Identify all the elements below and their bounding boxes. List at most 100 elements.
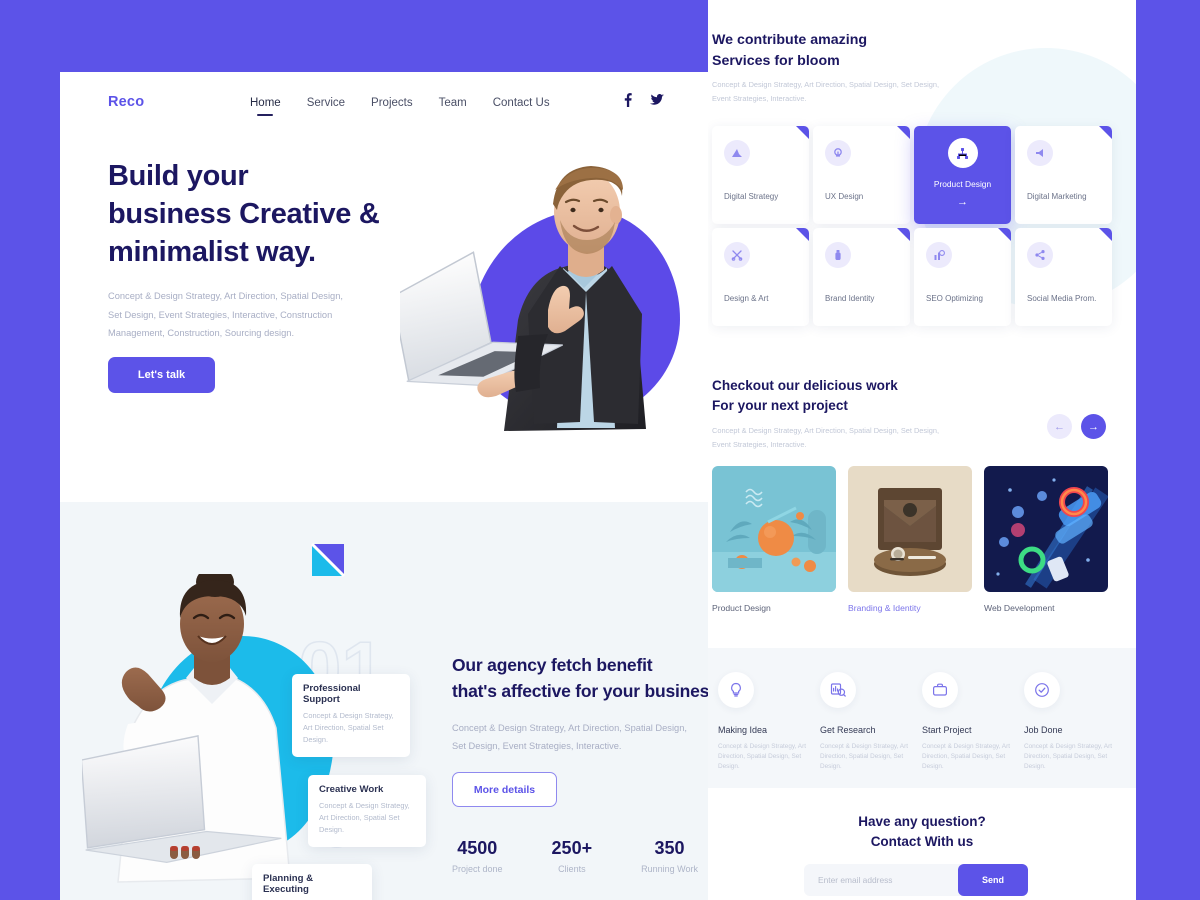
work-items-grid: Product Design Branding & Identity Web D…	[712, 466, 1108, 613]
stat-value: 350	[654, 838, 685, 858]
work-subtitle: Concept & Design Strategy, Art Direction…	[712, 426, 940, 449]
contact-title-line-1: Have any question?	[858, 814, 986, 829]
contact-section: Have any question? Contact With us Send	[708, 788, 1136, 900]
benefit-card-title: Planning & Executing	[263, 873, 314, 895]
stat-clients: 250+ Clients	[552, 838, 593, 874]
process-step-start-project: Start Project Concept & Design Strategy,…	[922, 672, 1014, 772]
service-card-digital-marketing[interactable]: Digital Marketing	[1015, 126, 1112, 224]
benefit-title-line-1: Our agency fetch benefit	[452, 655, 653, 675]
process-step-get-research: Get Research Concept & Design Strategy, …	[820, 672, 912, 772]
chart-icon	[724, 140, 750, 166]
stat-label: Project done	[452, 864, 503, 874]
work-title: Checkout our delicious work For your nex…	[712, 376, 962, 416]
corner-accent	[796, 228, 809, 241]
stat-label: Clients	[558, 864, 586, 874]
process-step-title: Job Done	[1024, 725, 1063, 735]
lightbulb-icon	[718, 672, 754, 708]
service-card-ux-design[interactable]: UX Design	[813, 126, 910, 224]
scissors-icon	[724, 242, 750, 268]
process-step-desc: Concept & Design Strategy, Art Direction…	[718, 743, 806, 770]
benefit-card-professional-support[interactable]: Professional Support Concept & Design St…	[292, 674, 410, 757]
work-item-label: Product Design	[712, 603, 771, 613]
more-details-button[interactable]: More details	[452, 772, 557, 807]
process-steps: Making Idea Concept & Design Strategy, A…	[718, 672, 1116, 772]
check-circle-icon	[1024, 672, 1060, 708]
work-thumbnail	[712, 466, 836, 592]
stat-running-work: 350 Running Work	[641, 838, 698, 874]
benefit-card-creative-work[interactable]: Creative Work Concept & Design Strategy,…	[308, 775, 426, 847]
service-card-label: UX Design	[825, 192, 864, 201]
email-input[interactable]	[804, 875, 958, 885]
twitter-icon[interactable]	[650, 94, 664, 106]
stats-row: 4500 Project done 250+ Clients 350 Runni…	[452, 838, 698, 874]
lets-talk-button[interactable]: Let's talk	[108, 357, 215, 393]
nav-item-home[interactable]: Home	[250, 97, 281, 113]
service-card-brand-identity[interactable]: Brand Identity	[813, 228, 910, 326]
service-card-arrow[interactable]: →	[914, 196, 1011, 208]
page-canvas: Reco Home Service Projects Team Contact …	[0, 0, 1200, 900]
work-item-web-development[interactable]: Web Development	[984, 466, 1108, 613]
hero-subtitle: Concept & Design Strategy, Art Direction…	[108, 291, 343, 338]
nav-item-team[interactable]: Team	[439, 97, 467, 113]
benefit-card-title: Professional Support	[303, 683, 361, 705]
main-navigation: Home Service Projects Team Contact Us	[250, 97, 550, 113]
carousel-prev-button[interactable]: ←	[1047, 414, 1072, 439]
benefit-card-desc: Concept & Design Strategy, Art Direction…	[319, 801, 410, 834]
process-step-title: Get Research	[820, 725, 876, 735]
service-card-design-art[interactable]: Design & Art	[712, 228, 809, 326]
service-card-seo-optimizing[interactable]: SEO Optimizing	[914, 228, 1011, 326]
services-grid: Digital Strategy UX Design Product Desig…	[712, 126, 1112, 326]
work-item-branding-identity[interactable]: Branding & Identity	[848, 466, 972, 613]
right-page-panel: We contribute amazing Services for bloom…	[708, 0, 1136, 900]
carousel-next-button[interactable]: →	[1081, 414, 1106, 439]
bottle-icon	[825, 242, 851, 268]
service-card-label: Product Design	[933, 179, 992, 189]
research-icon	[820, 672, 856, 708]
work-item-label: Branding & Identity	[848, 603, 921, 613]
brand-logo[interactable]: Reco	[108, 94, 144, 110]
work-title-line-2: For your next project	[712, 398, 848, 413]
work-item-label: Web Development	[984, 603, 1055, 613]
seo-chart-icon	[926, 242, 952, 268]
service-card-label: Digital Marketing	[1027, 192, 1087, 201]
process-step-making-idea: Making Idea Concept & Design Strategy, A…	[718, 672, 810, 772]
benefit-card-planning-executing[interactable]: Planning & Executing Concept & Design St…	[252, 864, 372, 900]
sitemap-icon	[947, 138, 978, 168]
service-card-label: SEO Optimizing	[926, 294, 983, 303]
nav-item-contact-us[interactable]: Contact Us	[493, 97, 550, 113]
service-card-label: Design & Art	[724, 294, 769, 303]
corner-accent	[897, 126, 910, 139]
work-title-line-1: Checkout our delicious work	[712, 378, 898, 393]
hero-illustration	[350, 132, 708, 452]
megaphone-icon	[1027, 140, 1053, 166]
social-links	[624, 93, 664, 107]
work-item-product-design[interactable]: Product Design	[712, 466, 836, 613]
service-card-social-media-prom[interactable]: Social Media Prom.	[1015, 228, 1112, 326]
service-card-label: Social Media Prom.	[1027, 294, 1097, 303]
benefit-card-title: Creative Work	[319, 784, 384, 795]
work-thumbnail	[984, 466, 1108, 592]
corner-accent	[1099, 126, 1112, 139]
corner-accent	[1099, 228, 1112, 241]
benefit-subtitle: Concept & Design Strategy, Art Direction…	[452, 723, 687, 751]
stat-value: 4500	[457, 838, 498, 858]
process-step-title: Start Project	[922, 725, 972, 735]
facebook-icon[interactable]	[624, 93, 632, 107]
process-section: Making Idea Concept & Design Strategy, A…	[708, 648, 1136, 788]
corner-accent	[897, 228, 910, 241]
contact-title: Have any question? Contact With us	[708, 812, 1136, 852]
service-card-product-design[interactable]: Product Design →	[914, 126, 1011, 224]
send-button[interactable]: Send	[958, 864, 1028, 896]
service-card-label: Brand Identity	[825, 294, 875, 303]
corner-accent	[998, 228, 1011, 241]
newsletter-form: Send	[804, 864, 1028, 896]
service-card-digital-strategy[interactable]: Digital Strategy	[712, 126, 809, 224]
process-step-title: Making Idea	[718, 725, 768, 735]
nav-item-service[interactable]: Service	[307, 97, 345, 113]
nav-item-projects[interactable]: Projects	[371, 97, 413, 113]
left-page-panel: Reco Home Service Projects Team Contact …	[60, 72, 708, 900]
share-icon	[1027, 242, 1053, 268]
stat-label: Running Work	[641, 864, 698, 874]
benefit-card-desc: Concept & Design Strategy, Art Direction…	[303, 711, 394, 744]
work-thumbnail	[848, 466, 972, 592]
